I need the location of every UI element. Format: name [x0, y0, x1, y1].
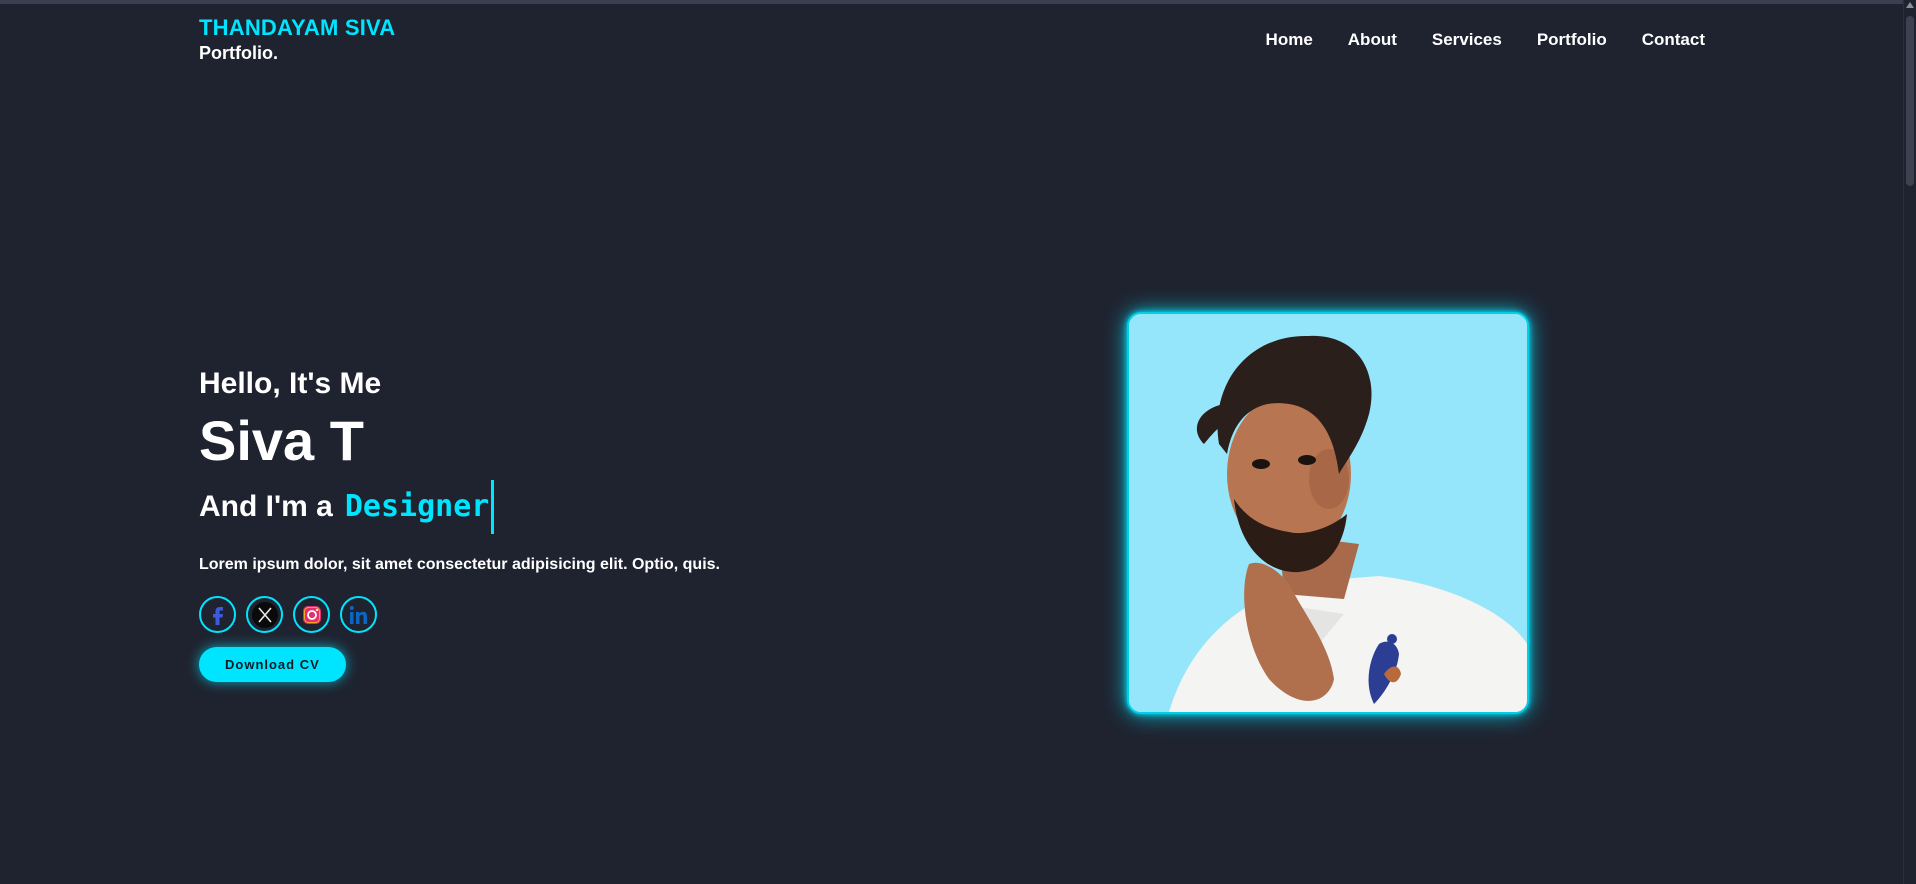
hero-section: Hello, It's Me Siva T And I'm a Designer… [199, 366, 759, 682]
nav-services[interactable]: Services [1432, 30, 1502, 50]
nav-portfolio[interactable]: Portfolio [1537, 30, 1607, 50]
download-cv-button[interactable]: Download CV [199, 647, 346, 682]
brand-logo[interactable]: THANDAYAM SIVA Portfolio. [199, 14, 395, 64]
profile-photo [1127, 312, 1529, 714]
brand-subtitle: Portfolio. [199, 43, 278, 63]
scrollbar-thumb[interactable] [1906, 16, 1914, 186]
hero-description: Lorem ipsum dolor, sit amet consectetur … [199, 556, 720, 573]
page-scrollbar[interactable] [1903, 0, 1916, 884]
hero-name: Siva T [199, 409, 364, 472]
nav-home[interactable]: Home [1266, 30, 1313, 50]
instagram-icon[interactable] [293, 596, 330, 633]
browser-top-border [0, 0, 1916, 4]
hero-greeting: Hello, It's Me [199, 367, 382, 400]
brand-name: THANDAYAM SIVA [199, 15, 396, 40]
nav-contact[interactable]: Contact [1642, 30, 1705, 50]
profile-portrait-illustration [1129, 314, 1527, 712]
hero-role-prefix: And I'm a [199, 490, 333, 523]
facebook-icon[interactable] [199, 596, 236, 633]
hero-role-typed-word: Designer [345, 480, 495, 534]
x-twitter-icon[interactable] [246, 596, 283, 633]
scroll-up-arrow-icon[interactable] [1906, 2, 1914, 8]
linkedin-icon[interactable] [340, 596, 377, 633]
main-nav: Home About Services Portfolio Contact [1266, 30, 1705, 50]
nav-about[interactable]: About [1348, 30, 1397, 50]
hero-role-line: And I'm a Designer [199, 480, 759, 534]
social-links [199, 596, 759, 633]
